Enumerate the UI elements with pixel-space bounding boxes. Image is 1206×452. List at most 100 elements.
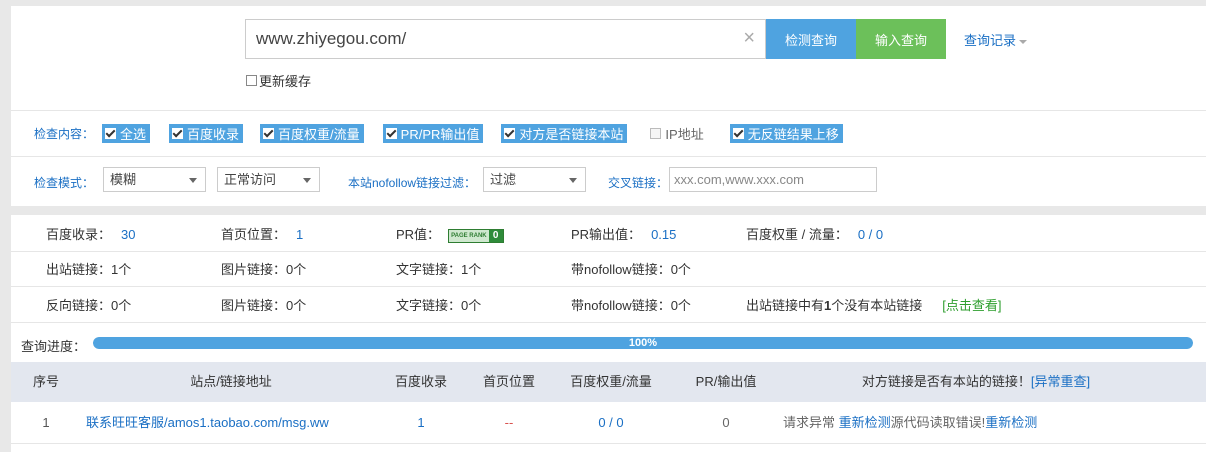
- nofollow-select-value: 过滤: [490, 172, 517, 187]
- stats-row-3: 反向链接：0个 图片链接：0个 文字链接：0个 带nofollow链接：0个 出…: [11, 288, 1206, 323]
- option-baidu-weight[interactable]: 百度权重/流量: [260, 123, 364, 143]
- cell-baidu: 1: [417, 415, 425, 430]
- option-label: IP地址: [665, 126, 704, 142]
- checkbox-checked-icon: [732, 127, 744, 139]
- stat-label: 首页位置：: [221, 227, 287, 242]
- update-cache-label: 更新缓存: [259, 74, 312, 89]
- stat-label: 带nofollow链接：: [571, 298, 671, 313]
- stat-value: 0个: [461, 298, 482, 313]
- stat-text-links-2: 文字链接：0个: [396, 288, 481, 323]
- site-url: /amos1.taobao.com/msg.ww: [164, 415, 329, 430]
- stat-pr: PR值： PAGE RANK 0: [396, 217, 504, 252]
- stat-value: 0个: [286, 262, 307, 277]
- chevron-down-icon: [303, 178, 311, 183]
- checkbox-icon: [246, 75, 257, 86]
- mode-select-value: 模糊: [110, 172, 137, 187]
- stat-value: 1个: [111, 262, 132, 277]
- stat-nofollow-links-2: 带nofollow链接：0个: [571, 288, 691, 323]
- checkbox-checked-icon: [385, 127, 397, 139]
- update-cache-checkbox[interactable]: 更新缓存: [246, 71, 311, 90]
- checkbox-checked-icon: [263, 127, 275, 139]
- option-label: PR/PR输出值: [400, 126, 480, 142]
- url-search-box: ×: [245, 19, 766, 59]
- divider: [11, 156, 1206, 157]
- option-linkback[interactable]: 对方是否链接本站: [501, 123, 628, 143]
- stat-label: PR输出值：: [571, 227, 642, 242]
- stat-outbound: 出站链接：1个: [46, 252, 131, 287]
- table-row: 1 联系旺旺客服/amos1.taobao.com/msg.ww 1 -- 0 …: [11, 402, 1206, 444]
- cell-linkback: 请求异常 重新检测源代码读取错误!重新检测: [783, 415, 1038, 430]
- status-text: 请求异常: [783, 415, 836, 430]
- checkbox-unchecked-icon: [650, 127, 662, 139]
- stat-image-links-2: 图片链接：0个: [221, 288, 306, 323]
- option-label: 无反链结果上移: [747, 126, 839, 142]
- retry-errors-link[interactable]: [异常重查]: [1031, 374, 1090, 389]
- stat-baidu-index: 百度收录： 30: [46, 217, 135, 252]
- site-name-link[interactable]: 联系旺旺客服: [86, 415, 164, 430]
- stat-pr-output: PR输出值： 0.15: [571, 217, 676, 252]
- stat-value: 1个: [461, 262, 482, 277]
- results-table-header: 序号 站点/链接地址 百度收录 首页位置 百度权重/流量 PR/输出值 对方链接…: [11, 362, 1206, 402]
- nofollow-filter-label: 本站nofollow链接过滤：: [348, 176, 477, 190]
- mode-select[interactable]: 模糊: [103, 167, 206, 192]
- cross-link-label: 交叉链接：: [608, 176, 669, 190]
- recheck-link[interactable]: 重新检测: [985, 415, 1037, 430]
- stat-label: 文字链接：: [396, 262, 462, 277]
- stat-value: 0个: [286, 298, 307, 313]
- status-text: 源代码读取错误: [890, 415, 982, 430]
- stat-label: 百度权重 / 流量：: [746, 227, 848, 242]
- chevron-down-icon: [569, 178, 577, 183]
- checkbox-checked-icon: [504, 127, 516, 139]
- option-no-backlink-top[interactable]: 无反链结果上移: [729, 123, 843, 143]
- recheck-link[interactable]: 重新检测: [839, 415, 891, 430]
- pagerank-badge-text: PAGE RANK: [449, 229, 489, 242]
- cross-link-placeholder: xxx.com,www.xxx.com: [674, 172, 805, 187]
- stat-label: 带nofollow链接：: [571, 262, 671, 277]
- stat-value: 0.15: [651, 227, 677, 242]
- access-select[interactable]: 正常访问: [217, 167, 320, 192]
- col-index: 序号: [32, 374, 59, 389]
- pagerank-badge-value: 0: [488, 229, 503, 242]
- view-details-link[interactable]: [点击查看]: [942, 298, 1001, 313]
- option-ip[interactable]: IP地址: [650, 124, 704, 143]
- stat-value: 0个: [670, 298, 691, 313]
- stat-nofollow-links: 带nofollow链接：0个: [571, 252, 691, 287]
- cell-site: 联系旺旺客服/amos1.taobao.com/msg.ww: [86, 402, 356, 444]
- stat-label: 图片链接：: [221, 262, 287, 277]
- col-linkback-label: 对方链接是否有本站的链接！: [861, 374, 1031, 389]
- progress-bar: 100%: [93, 337, 1193, 349]
- option-select-all[interactable]: 全选: [102, 123, 151, 143]
- check-content-row: 检查内容： 全选 百度收录 百度权重/流量 PR/PR输出值 对方是否链接本站 …: [34, 122, 843, 144]
- stat-value: 0个: [670, 262, 691, 277]
- stat-text-links: 文字链接：1个: [396, 252, 481, 287]
- cross-link-input[interactable]: xxx.com,www.xxx.com: [669, 167, 877, 192]
- note-text: 个没有本站链接: [831, 298, 923, 313]
- check-mode-label: 检查模式：: [34, 176, 95, 190]
- clear-icon[interactable]: ×: [743, 28, 755, 48]
- option-pr[interactable]: PR/PR输出值: [382, 123, 484, 143]
- query-history-label: 查询记录: [964, 33, 1017, 48]
- option-label: 百度收录: [187, 126, 240, 142]
- chevron-down-icon: [189, 178, 197, 183]
- checkbox-checked-icon: [172, 127, 184, 139]
- stat-home-position: 首页位置： 1: [221, 217, 303, 252]
- col-pr: PR/输出值: [695, 374, 757, 389]
- note-text: 出站链接中有: [746, 298, 825, 313]
- col-site: 站点/链接地址: [190, 374, 272, 389]
- input-query-button[interactable]: 输入查询: [856, 19, 946, 59]
- outbound-note: 出站链接中有1个没有本站链接 [点击查看]: [746, 288, 1002, 323]
- progress-row: 查询进度： 100%: [11, 327, 1206, 361]
- caret-down-icon: [1019, 39, 1028, 44]
- query-history-dropdown[interactable]: 查询记录: [964, 30, 1028, 49]
- stat-label: 图片链接：: [221, 298, 287, 313]
- stat-value: 30: [121, 227, 136, 242]
- option-baidu-index[interactable]: 百度收录: [169, 123, 244, 143]
- cell-pr: 0: [722, 415, 730, 430]
- stats-row-2: 出站链接：1个 图片链接：0个 文字链接：1个 带nofollow链接：0个: [11, 252, 1206, 287]
- url-input[interactable]: [246, 20, 726, 58]
- stat-value: 0个: [111, 298, 132, 313]
- nofollow-filter-select[interactable]: 过滤: [483, 167, 586, 192]
- detect-query-button[interactable]: 检测查询: [766, 19, 856, 59]
- progress-percent: 100%: [628, 337, 658, 349]
- option-label: 全选: [120, 126, 147, 142]
